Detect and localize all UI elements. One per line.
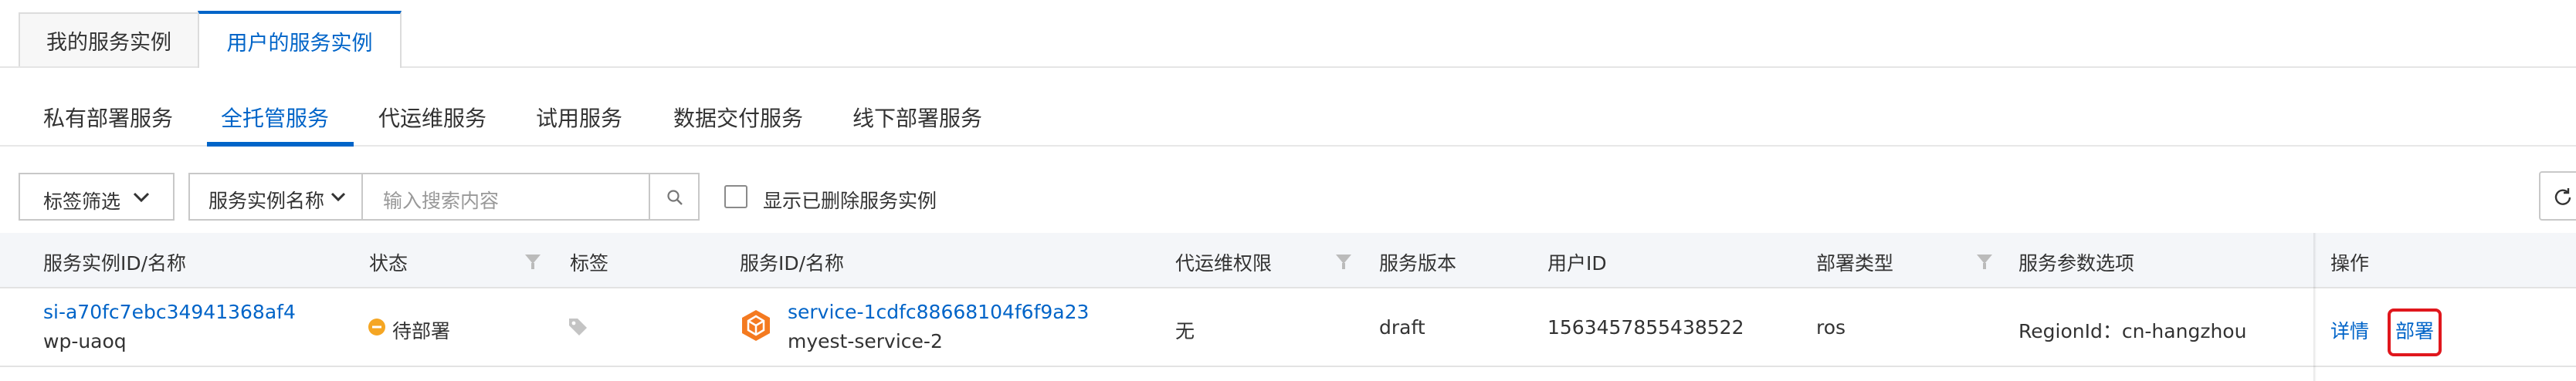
col-header-tags: 标签 [570,252,609,275]
col-header-deploy-type: 部署类型 [1816,252,1894,275]
deploy-highlight-box [2388,309,2442,356]
tag-filter-dropdown[interactable]: 标签筛选 [19,173,175,221]
col-header-status: 状态 [369,252,408,275]
subtab-private-deployment[interactable]: 私有部署服务 [43,102,173,145]
ops-permission-value: 无 [1175,320,1195,342]
instance-name: wp-uaoq [43,330,127,352]
refresh-button[interactable] [2539,171,2576,221]
status-text: 待部署 [392,320,451,342]
instance-id-link[interactable]: si-a70fc7ebc34941368af4 [43,301,296,323]
search-field-label: 服务实例名称 [208,190,325,212]
search-field-selector[interactable]: 服务实例名称 [190,174,361,219]
chevron-down-icon [330,192,346,202]
filter-icon-stem [1342,263,1345,269]
sub-tabs-divider [0,145,2576,147]
tab-user-service-instances[interactable]: 用户的服务实例 [198,11,402,68]
search-placeholder: 输入搜索内容 [383,190,500,212]
user-id-value: 1563457855438522 [1547,316,1744,339]
search-icon [667,190,683,205]
col-header-service: 服务ID/名称 [740,252,845,275]
active-subtab-indicator [207,142,354,147]
param-options-value: RegionId：cn-hangzhou [2018,320,2247,342]
filter-icon-stem [1983,263,1986,269]
minus-circle-icon [368,319,385,335]
show-deleted-label[interactable]: 显示已删除服务实例 [763,186,937,214]
show-deleted-checkbox[interactable] [724,185,747,208]
col-header-ops-permission: 代运维权限 [1175,252,1273,275]
chevron-down-icon [133,192,150,203]
table-row-divider [0,366,2576,367]
filter-icon-stem [531,263,534,269]
col-header-actions: 操作 [2330,252,2370,275]
service-version-value: draft [1379,316,1425,339]
col-header-service-version: 服务版本 [1379,252,1457,275]
search-input[interactable]: 输入搜索内容 [363,174,649,219]
subtab-trial[interactable]: 试用服务 [536,102,622,145]
col-header-instance: 服务实例ID/名称 [43,252,187,275]
search-bar: 服务实例名称 输入搜索内容 [188,173,700,221]
col-header-user-id: 用户ID [1547,252,1607,275]
subtab-fully-managed[interactable]: 全托管服务 [221,102,329,145]
subtab-managed-ops[interactable]: 代运维服务 [378,102,486,145]
tag-icon[interactable] [567,316,590,338]
service-id-link[interactable]: service-1cdfc88668104f6f9a23 [788,301,1089,323]
hexagon-service-icon [742,310,770,341]
search-button[interactable] [650,174,698,219]
ops-permission-filter-icon[interactable] [1336,255,1351,270]
status-filter-icon[interactable] [525,255,541,270]
col-header-param-options: 服务参数选项 [2018,252,2135,275]
refresh-icon [2554,188,2571,205]
deploy-type-filter-icon[interactable] [1977,255,1992,270]
tab-my-service-instances[interactable]: 我的服务实例 [19,12,199,66]
subtab-data-delivery[interactable]: 数据交付服务 [673,102,803,145]
tag-filter-label: 标签筛选 [43,190,121,213]
subtab-offline-deployment[interactable]: 线下部署服务 [852,102,982,145]
service-name: myest-service-2 [788,330,943,352]
details-link[interactable]: 详情 [2330,316,2369,344]
deploy-type-value: ros [1816,316,1846,339]
